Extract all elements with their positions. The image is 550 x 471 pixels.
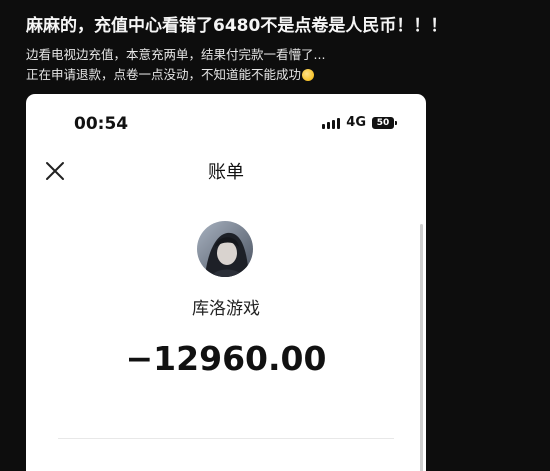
network-type: 4G xyxy=(346,115,366,130)
merchant-avatar xyxy=(197,221,253,277)
post-body: 边看电视边充值，本意充两单，结果付完款一看懵了... 正在申请退款，点卷一点没动… xyxy=(26,45,325,85)
post-body-text: 正在申请退款，点卷一点没动，不知道能不能成功 xyxy=(26,67,302,82)
status-indicators: 4G 50 xyxy=(322,115,397,130)
social-post: 麻麻的，充值中心看错了6480不是点卷是人民币！！！ 边看电视边充值，本意充两单… xyxy=(0,0,550,471)
transaction-amount: −12960.00 xyxy=(125,339,327,378)
post-body-line: 边看电视边充值，本意充两单，结果付完款一看懵了... xyxy=(26,47,326,62)
post-title: 麻麻的，充值中心看错了6480不是点卷是人民币！！！ xyxy=(26,16,448,36)
signal-icon xyxy=(322,117,341,129)
scrollbar[interactable] xyxy=(420,224,423,471)
post-body-line-2: 正在申请退款，点卷一点没动，不知道能不能成功 xyxy=(26,65,325,85)
face-emoji-icon xyxy=(302,69,315,81)
merchant-name: 库洛游戏 xyxy=(192,299,260,319)
status-time: 00:54 xyxy=(74,114,129,134)
battery-icon: 50 xyxy=(372,116,397,129)
divider xyxy=(58,438,394,439)
payment-screenshot[interactable]: 00:54 4G 50 账单 库洛游戏 −12960.00 xyxy=(26,94,426,471)
page-title: 账单 xyxy=(208,162,244,183)
